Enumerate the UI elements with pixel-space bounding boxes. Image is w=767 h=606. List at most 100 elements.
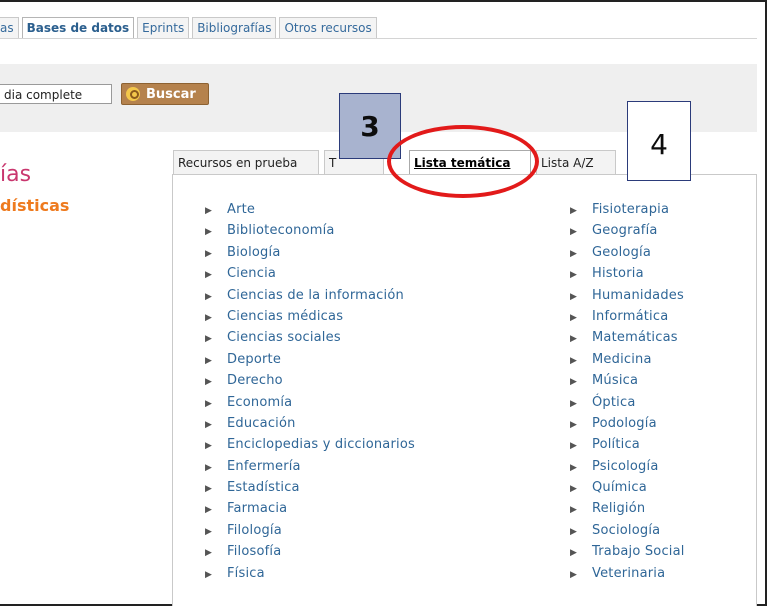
sidebar-subtitle[interactable]: dísticas: [0, 196, 69, 215]
topic-link[interactable]: ▶ Enciclopedias y diccionarios: [205, 436, 415, 457]
bullet-arrow-icon: ▶: [205, 291, 213, 302]
search-button[interactable]: Buscar: [121, 83, 209, 105]
bullet-arrow-icon: ▶: [205, 419, 213, 430]
tab-lista-az[interactable]: Lista A/Z: [536, 150, 616, 174]
tab-bases-de-datos[interactable]: Bases de datos: [21, 17, 135, 38]
bullet-arrow-icon: ▶: [570, 526, 578, 537]
bullet-arrow-icon: ▶: [570, 569, 578, 580]
topic-link[interactable]: ▶ Religión: [570, 500, 685, 521]
annotation-box-4: 4: [627, 101, 691, 181]
topic-link[interactable]: ▶ Óptica: [570, 394, 685, 415]
bullet-arrow-icon: ▶: [205, 206, 213, 216]
bullet-arrow-icon: ▶: [205, 398, 213, 409]
tab-bibliografias[interactable]: Bibliografías: [192, 17, 277, 38]
bullet-arrow-icon: ▶: [570, 270, 578, 281]
topic-link[interactable]: ▶ Podología: [570, 415, 685, 436]
tab-partial[interactable]: as: [0, 17, 19, 38]
topic-link[interactable]: ▶ Política: [570, 436, 685, 457]
topic-link[interactable]: ▶ Biología: [205, 244, 415, 265]
topic-link[interactable]: ▶ Arte: [205, 201, 415, 222]
topic-list-left: ▶ Arte ▶ Biblioteconomía ▶ Biología ▶ Ciencia ▶ C…: [205, 201, 415, 586]
topic-label: Estadística: [227, 480, 300, 496]
topic-label: Humanidades: [592, 287, 684, 303]
topic-label: Ciencia: [227, 266, 277, 282]
topic-link[interactable]: ▶ Farmacia: [205, 500, 415, 521]
topic-link[interactable]: ▶ Ciencias sociales: [205, 329, 415, 350]
topic-link[interactable]: ▶ Filología: [205, 522, 415, 543]
tabs-divider: [0, 38, 757, 39]
bullet-arrow-icon: ▶: [205, 526, 213, 537]
topic-label: Derecho: [227, 373, 283, 389]
bullet-arrow-icon: ▶: [570, 484, 578, 495]
topic-link[interactable]: ▶ Geología: [570, 244, 685, 265]
topic-link[interactable]: ▶ Educación: [205, 415, 415, 436]
bullet-arrow-icon: ▶: [570, 441, 578, 452]
bullet-arrow-icon: ▶: [570, 462, 578, 473]
topic-link[interactable]: ▶ Historia: [570, 265, 685, 286]
topic-label: Educación: [227, 415, 296, 431]
topic-label: Trabajo Social: [592, 544, 685, 560]
bullet-arrow-icon: ▶: [205, 548, 213, 559]
topic-link[interactable]: ▶ Derecho: [205, 372, 415, 393]
topic-label: Biología: [227, 244, 281, 260]
bullet-arrow-icon: ▶: [570, 291, 578, 302]
bullet-arrow-icon: ▶: [570, 312, 578, 323]
bullet-arrow-icon: ▶: [205, 441, 213, 452]
topic-link[interactable]: ▶ Ciencias médicas: [205, 308, 415, 329]
bullet-arrow-icon: ▶: [205, 377, 213, 388]
topic-label: Geología: [592, 244, 652, 260]
topic-link[interactable]: ▶ Matemáticas: [570, 329, 685, 350]
topic-label: Biblioteconomía: [227, 223, 335, 239]
topic-label: Óptica: [592, 394, 636, 410]
topic-link[interactable]: ▶ Medicina: [570, 351, 685, 372]
bullet-arrow-icon: ▶: [205, 248, 213, 259]
topic-label: Psicología: [592, 458, 659, 474]
topic-label: Ciencias de la información: [227, 287, 404, 303]
topic-link[interactable]: ▶ Deporte: [205, 351, 415, 372]
topic-label: Religión: [592, 501, 646, 517]
tab-recursos-en-prueba[interactable]: Recursos en prueba: [173, 150, 319, 174]
topic-link[interactable]: ▶ Ciencias de la información: [205, 287, 415, 308]
topic-list-right: ▶ Fisioterapia ▶ Geografía ▶ Geología ▶ Histori…: [570, 201, 685, 586]
topic-link[interactable]: ▶ Ciencia: [205, 265, 415, 286]
bullet-arrow-icon: ▶: [205, 312, 213, 323]
topic-link[interactable]: ▶ Física: [205, 565, 415, 586]
topic-link[interactable]: ▶ Geografía: [570, 222, 685, 243]
topic-label: Filología: [227, 522, 282, 538]
magnifier-icon: [126, 87, 140, 101]
topic-link[interactable]: ▶ Trabajo Social: [570, 543, 685, 564]
highlight-ellipse: [387, 125, 539, 198]
topic-link[interactable]: ▶ Psicología: [570, 458, 685, 479]
topic-link[interactable]: ▶ Economía: [205, 394, 415, 415]
topic-link[interactable]: ▶ Humanidades: [570, 287, 685, 308]
bullet-arrow-icon: ▶: [570, 398, 578, 409]
topic-link[interactable]: ▶ Filosofía: [205, 543, 415, 564]
topic-link[interactable]: ▶ Fisioterapia: [570, 201, 685, 222]
topic-label: Geografía: [592, 223, 658, 239]
topic-link[interactable]: ▶ Informática: [570, 308, 685, 329]
topic-link[interactable]: ▶ Química: [570, 479, 685, 500]
topic-label: Historia: [592, 266, 644, 282]
topic-label: Arte: [227, 202, 256, 217]
topic-link[interactable]: ▶ Enfermería: [205, 458, 415, 479]
topic-label: Ciencias sociales: [227, 330, 341, 346]
topic-link[interactable]: ▶ Biblioteconomía: [205, 222, 415, 243]
bullet-arrow-icon: ▶: [205, 505, 213, 516]
bullet-arrow-icon: ▶: [570, 377, 578, 388]
tab-otros-recursos[interactable]: Otros recursos: [279, 17, 377, 38]
topic-label: Ciencias médicas: [227, 308, 344, 324]
bullet-arrow-icon: ▶: [570, 419, 578, 430]
topic-link[interactable]: ▶ Música: [570, 372, 685, 393]
topic-link[interactable]: ▶ Sociología: [570, 522, 685, 543]
bullet-arrow-icon: ▶: [570, 227, 578, 238]
bullet-arrow-icon: ▶: [205, 484, 213, 495]
tab-eprints[interactable]: Eprints: [137, 17, 190, 38]
topic-link[interactable]: ▶ Veterinaria: [570, 565, 685, 586]
search-input[interactable]: dia complete: [0, 84, 112, 104]
bullet-arrow-icon: ▶: [205, 462, 213, 473]
bullet-arrow-icon: ▶: [570, 248, 578, 259]
topic-label: Medicina: [592, 351, 652, 367]
topic-link[interactable]: ▶ Estadística: [205, 479, 415, 500]
topic-label: Enciclopedias y diccionarios: [227, 437, 415, 453]
topic-label: Farmacia: [227, 501, 288, 517]
